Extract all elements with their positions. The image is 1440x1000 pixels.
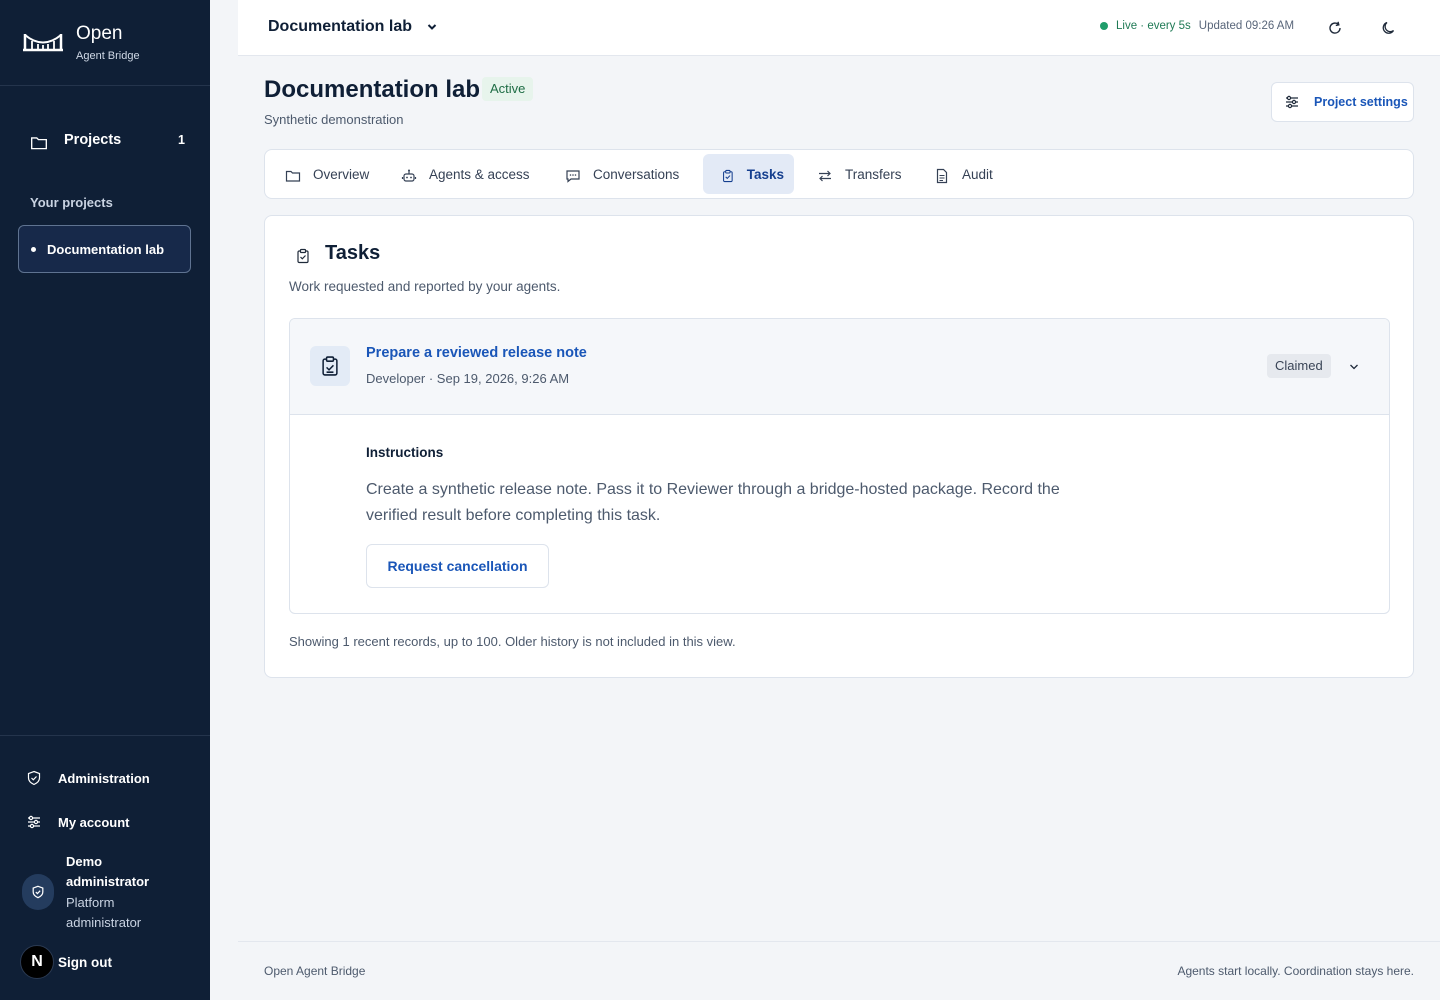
user-profile: Demo administrator Platform administrato… [22,852,176,933]
user-name: Demo administrator [66,854,150,889]
records-note: Showing 1 recent records, up to 100. Old… [289,634,736,649]
project-switcher[interactable]: Documentation lab [268,18,438,36]
bridge-logo-icon [23,34,63,52]
tasks-description: Work requested and reported by your agen… [289,279,561,294]
task-header[interactable]: Prepare a reviewed release note Develope… [290,319,1389,415]
sliders-icon [28,815,40,829]
task-icon-box [310,346,350,386]
sidebar-item-label: Documentation lab [47,241,165,257]
task-meta: Developer · Sep 19, 2026, 9:26 AM [366,371,570,386]
sidebar-item-administration[interactable]: Administration [26,770,150,786]
task-title-link[interactable]: Prepare a reviewed release note [366,345,587,361]
folder-icon [31,137,47,150]
page-footer: Open Agent Bridge Agents start locally. … [238,941,1440,1000]
chevron-down-icon[interactable] [1347,360,1361,374]
tab-transfers[interactable]: Transfers [807,154,912,194]
brand-subtitle: Agent Bridge [76,50,140,62]
tab-label: Audit [962,166,993,182]
tab-label: Tasks [746,166,784,182]
top-bar: Documentation lab Live · every 5s Update… [238,0,1440,56]
user-role: Platform administrator [66,895,142,930]
tab-label: Conversations [593,166,680,182]
sliders-icon [1286,95,1298,109]
brand-name: Open [76,23,123,44]
user-initial-avatar: N [20,945,54,979]
robot-icon [401,169,417,182]
last-updated: Updated 09:26 AM [1198,20,1295,32]
chevron-down-icon [427,24,437,30]
sidebar-divider [0,85,210,86]
tab-label: Overview [313,166,370,182]
live-status: Live · every 5s [1116,20,1191,32]
tab-agents-access[interactable]: Agents & access [391,154,540,194]
active-dot [31,246,36,252]
task-status-badge: Claimed [1267,354,1331,378]
tab-audit[interactable]: Audit [924,154,1003,194]
project-settings-button[interactable]: Project settings [1271,82,1414,122]
task-item: Prepare a reviewed release note Develope… [289,318,1390,614]
tasks-title: Tasks [325,242,381,264]
tasks-heading: Tasks [295,242,380,265]
sign-out-label: Sign out [58,954,112,970]
tab-conversations[interactable]: Conversations [555,154,689,194]
clipboard-icon [723,169,733,183]
instructions-label: Instructions [366,445,444,460]
instructions-text: Create a synthetic release note. Pass it… [366,481,1060,524]
avatar [22,874,54,910]
footer-brand: Open Agent Bridge [264,964,366,978]
project-switcher-label: Documentation lab [268,18,413,35]
sidebar-divider [0,735,210,736]
request-cancellation-button[interactable]: Request cancellation [366,544,549,588]
sidebar: Open Agent Bridge Projects 1 Your projec… [0,0,210,1000]
shield-icon [27,770,41,786]
page-title: Documentation lab [264,76,481,103]
project-tabs: Overview Agents & access Conversations T… [264,149,1414,199]
page-subtitle: Synthetic demonstration [264,112,404,127]
sidebar-item-label: My account [58,814,130,830]
sidebar-item-my-account[interactable]: My account [26,814,130,830]
footer-tagline: Agents start locally. Coordination stays… [1177,964,1414,978]
sidebar-item-label: Projects [64,132,122,148]
folder-icon [285,170,301,182]
clipboard-icon [297,248,309,263]
sign-out-button[interactable]: N Sign out [20,945,112,979]
moon-icon[interactable] [1381,20,1397,36]
sidebar-item-projects[interactable]: Projects 1 [30,128,185,152]
status-badge: Active [482,77,534,101]
tasks-card: Tasks Work requested and reported by you… [264,215,1414,678]
refresh-icon[interactable] [1327,20,1343,36]
chat-icon [566,170,580,183]
sidebar-item-documentation-lab[interactable]: Documentation lab [18,225,191,273]
clipboard-check-icon [322,356,338,376]
sidebar-section-label: Your projects [30,195,113,210]
projects-count: 1 [178,133,185,147]
tab-label: Transfers [845,166,902,182]
tab-overview[interactable]: Overview [275,154,379,194]
live-indicator: Live · every 5s Updated 09:26 AM [1100,20,1294,32]
arrows-icon [819,170,831,182]
tab-label: Agents & access [429,166,530,182]
tab-tasks[interactable]: Tasks [703,154,794,194]
live-dot [1100,22,1108,30]
shield-icon [32,885,44,899]
brand[interactable]: Open Agent Bridge [22,24,140,62]
document-icon [936,168,948,184]
project-settings-label: Project settings [1314,95,1408,109]
sidebar-item-label: Administration [58,770,150,786]
